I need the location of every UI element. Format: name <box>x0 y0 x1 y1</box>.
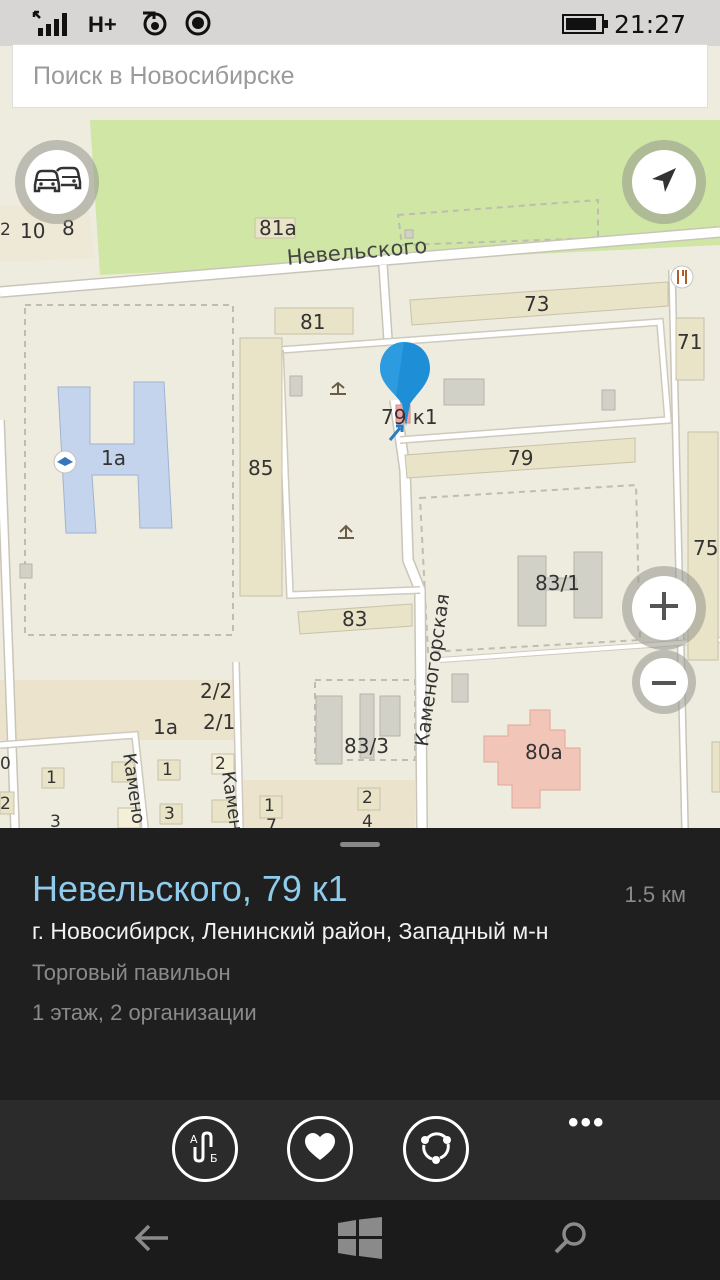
app-bar: А Б ••• <box>0 1100 720 1200</box>
locate-arrow-icon <box>648 164 680 201</box>
minus-icon <box>651 673 677 691</box>
share-icon <box>416 1127 456 1172</box>
place-info: 1 этаж, 2 организации <box>32 1000 257 1025</box>
more-button[interactable]: ••• <box>568 1106 606 1140</box>
location-status-icon <box>184 9 212 42</box>
traffic-cars-icon <box>31 163 83 202</box>
building-label: 0 <box>0 754 11 774</box>
map-graphics <box>0 120 720 828</box>
building-label: 71 <box>677 330 703 354</box>
signal-strength-icon <box>32 10 72 43</box>
building-label: 73 <box>524 292 550 316</box>
zoom-out-button[interactable] <box>632 650 696 714</box>
search-box[interactable] <box>12 44 708 108</box>
selected-building-label[interactable]: 79 к1 <box>381 407 438 427</box>
building-label: 10 <box>20 219 46 243</box>
locate-button[interactable] <box>622 140 706 224</box>
building-label: 3 <box>164 804 175 824</box>
building-label: 2/1 <box>203 710 236 734</box>
search-icon <box>552 1220 588 1261</box>
building-label: 1 <box>46 768 57 788</box>
building-label: 1а <box>101 446 126 470</box>
place-title: Невельского, 79 к1 <box>32 868 348 909</box>
battery-icon <box>562 13 610 40</box>
share-button[interactable] <box>403 1116 469 1182</box>
place-type: Торговый павильон <box>32 960 231 985</box>
back-arrow-icon <box>134 1223 170 1258</box>
status-bar: H+ 21:27 <box>0 0 720 46</box>
building-label: 81а <box>259 216 297 240</box>
sync-icon <box>140 9 170 44</box>
heart-icon <box>303 1132 337 1167</box>
place-address: г. Новосибирск, Ленинский район, Западны… <box>32 918 549 944</box>
building-label: 1а <box>153 715 178 739</box>
route-button[interactable]: А Б <box>172 1116 238 1182</box>
plus-icon <box>647 589 681 628</box>
building-label: 83 <box>342 607 368 631</box>
favorite-button[interactable] <box>287 1116 353 1182</box>
back-button[interactable] <box>122 1214 182 1266</box>
building-label: 2 <box>0 794 11 814</box>
status-time: 21:27 <box>613 10 686 39</box>
building-label: 7 <box>266 816 277 829</box>
place-distance: 1.5 км <box>624 882 686 907</box>
place-card[interactable]: Невельского, 79 к1 1.5 км г. Новосибирск… <box>0 828 720 1100</box>
search-input[interactable] <box>13 45 707 107</box>
building-label: 1 <box>264 796 275 816</box>
search-system-button[interactable] <box>540 1214 600 1266</box>
building-label: 81 <box>300 310 326 334</box>
building-label: 2 <box>0 220 11 240</box>
network-type: H+ <box>88 12 117 37</box>
windows-logo-icon <box>338 1216 382 1264</box>
building-label: 83/3 <box>344 734 389 758</box>
building-label: 83/1 <box>535 571 580 595</box>
system-nav-bar <box>0 1200 720 1280</box>
building-label: 2/2 <box>200 679 233 703</box>
building-label: 2 <box>362 788 373 808</box>
building-label: 3 <box>50 812 61 829</box>
map-view[interactable]: Невельского Каменогорская Камено Камен 1… <box>0 0 720 828</box>
building-label: 80а <box>525 740 563 764</box>
building-label: 1 <box>162 760 173 780</box>
building-label: 75 <box>693 536 719 560</box>
start-button[interactable] <box>330 1214 390 1266</box>
route-ab-icon: А Б <box>185 1127 225 1172</box>
building-label: 4 <box>362 812 373 829</box>
building-label: 85 <box>248 456 274 480</box>
zoom-in-button[interactable] <box>622 566 706 650</box>
traffic-button[interactable] <box>15 140 99 224</box>
building-label: 2 <box>215 754 226 774</box>
building-label: 79 <box>508 446 534 470</box>
svg-text:А: А <box>190 1133 198 1146</box>
drag-handle[interactable] <box>340 842 380 847</box>
svg-text:Б: Б <box>210 1152 218 1165</box>
